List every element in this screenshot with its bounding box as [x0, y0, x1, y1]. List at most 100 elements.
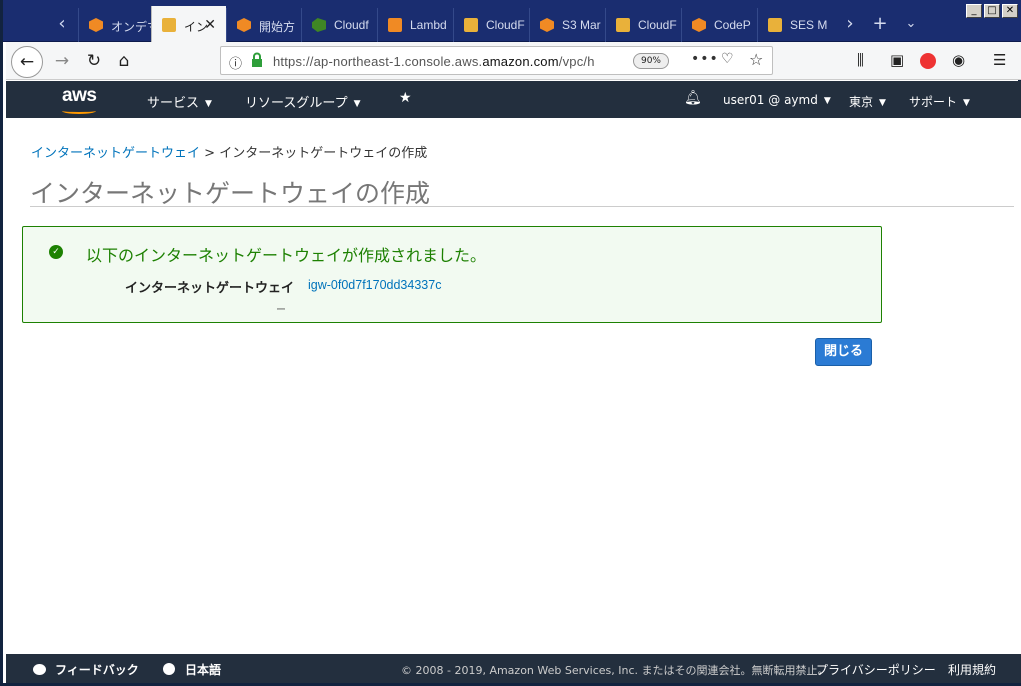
page-actions-icon[interactable]: •••: [691, 51, 719, 67]
tab-item[interactable]: 開始方: [226, 8, 301, 42]
tab-item[interactable]: S3 Mar: [529, 8, 605, 42]
extension-icon[interactable]: [920, 53, 936, 69]
zoom-indicator[interactable]: 90%: [633, 53, 669, 69]
tab-item[interactable]: Lambd: [377, 8, 453, 42]
bell-icon[interactable]: 🔔︎: [684, 90, 702, 106]
success-message: 以下のインターネットゲートウェイが作成されました。: [86, 246, 487, 265]
aws-logo-text: aws: [62, 85, 97, 106]
home-button[interactable]: ⌂: [110, 47, 138, 75]
tab-title: 開始方: [259, 20, 296, 34]
aws-cube-icon: [768, 18, 782, 32]
breadcrumb-separator: >: [204, 146, 216, 161]
chevron-down-icon: ▼: [879, 98, 886, 108]
chevron-down-icon: ▼: [353, 99, 361, 109]
tab-item-active[interactable]: イン ✕: [151, 6, 226, 43]
region-menu[interactable]: 東京 ▼: [849, 93, 886, 110]
feedback-label: フィードバック: [55, 663, 139, 677]
services-label: サービス: [147, 96, 200, 111]
aws-cube-icon: [162, 18, 176, 32]
title-divider: [30, 206, 1014, 207]
navigation-toolbar: ← → ↻ ⌂ ⓘ https://ap-northeast-1.console…: [6, 42, 1021, 80]
tab-strip: ‹ オンデマ イン ✕ 開始方 Cloudf Lambd CloudF S: [3, 0, 1021, 43]
tab-title: CodeP: [714, 18, 751, 32]
aws-cube-icon: [616, 18, 630, 32]
globe-icon: [163, 663, 175, 675]
tab-title: オンデマ: [111, 20, 151, 34]
library-icon[interactable]: ⫼: [857, 51, 864, 69]
gateway-id-link[interactable]: igw-0f0d7f170dd34337c: [308, 278, 441, 292]
services-menu[interactable]: サービス ▼: [147, 92, 212, 111]
sidebar-icon[interactable]: ▣: [890, 51, 904, 69]
chevron-down-icon: ▼: [963, 98, 970, 108]
window-controls: _ □ ✕: [966, 4, 1018, 18]
aws-logo[interactable]: aws: [62, 85, 97, 114]
tiny-mark: ー: [276, 305, 286, 316]
chevron-down-icon: ▼: [823, 96, 831, 106]
lambda-icon: [388, 18, 402, 32]
gateway-label: インターネットゲートウェイ: [125, 281, 295, 296]
tab-item[interactable]: CodeP: [681, 8, 757, 42]
url-text[interactable]: https://ap-northeast-1.console.aws.amazo…: [273, 54, 595, 69]
resource-groups-menu[interactable]: リソースグループ ▼: [245, 92, 361, 111]
tab-list-chevron-icon[interactable]: ⌄: [896, 8, 926, 42]
account-label: user01 @ aymd: [723, 93, 818, 107]
tab-item[interactable]: CloudF: [605, 8, 681, 42]
browser-window: ‹ オンデマ イン ✕ 開始方 Cloudf Lambd CloudF S: [0, 0, 1021, 686]
tab-title: Cloudf: [334, 18, 369, 32]
terms-link[interactable]: 利用規約: [948, 661, 996, 678]
privacy-policy-link[interactable]: プライバシーポリシー: [816, 661, 936, 678]
breadcrumb: インターネットゲートウェイ > インターネットゲートウェイの作成: [31, 142, 427, 161]
aws-hex-icon: [692, 18, 706, 32]
tab-title: SES M: [790, 18, 828, 32]
breadcrumb-link-internet-gateways[interactable]: インターネットゲートウェイ: [31, 146, 200, 161]
page-title: インターネットゲートウェイの作成: [30, 179, 431, 208]
tab-title: CloudF: [638, 18, 677, 32]
chevron-down-icon: ▼: [205, 99, 212, 109]
check-circle-icon: ✓: [49, 245, 63, 259]
close-window-icon[interactable]: ✕: [1002, 4, 1018, 18]
tab-item[interactable]: オンデマ: [78, 8, 151, 42]
speech-bubble-icon: [33, 664, 46, 675]
tab-item[interactable]: SES M: [757, 8, 833, 42]
aws-cube-icon: [464, 18, 478, 32]
tab-scroll-left-icon[interactable]: ‹: [47, 8, 77, 42]
pin-icon[interactable]: ★: [399, 90, 412, 106]
support-label: サポート: [909, 95, 958, 109]
main-content: インターネットゲートウェイ > インターネットゲートウェイの作成 インターネット…: [6, 118, 1021, 654]
tab-item[interactable]: CloudF: [453, 8, 529, 42]
close-tab-icon[interactable]: ✕: [204, 16, 216, 33]
hamburger-menu-icon[interactable]: ☰: [993, 51, 1006, 69]
success-alert: ✓ 以下のインターネットゲートウェイが作成されました。 インターネットゲートウェ…: [22, 226, 882, 323]
footer: フィードバック 日本語 © 2008 - 2019, Amazon Web Se…: [6, 654, 1021, 683]
tab-scroll-right-icon[interactable]: ›: [835, 8, 865, 42]
aws-hex-icon: [237, 18, 251, 32]
language-selector[interactable]: 日本語: [163, 661, 221, 678]
info-icon[interactable]: ⓘ: [229, 53, 242, 72]
aws-hex-icon: [540, 18, 554, 32]
language-label: 日本語: [185, 663, 222, 677]
feedback-link[interactable]: フィードバック: [33, 661, 139, 678]
maximize-icon[interactable]: □: [984, 4, 1000, 18]
pocket-icon[interactable]: ♡: [721, 51, 734, 67]
support-menu[interactable]: サポート ▼: [909, 93, 970, 110]
tab-title: CloudF: [486, 18, 525, 32]
account-icon[interactable]: ◉: [952, 51, 965, 69]
aws-hex-icon: [89, 18, 103, 32]
region-label: 東京: [849, 95, 874, 109]
url-bar[interactable]: ⓘ https://ap-northeast-1.console.aws.ama…: [220, 46, 773, 75]
back-button[interactable]: ←: [11, 46, 43, 78]
tab-strip-left: [6, 8, 44, 42]
forward-button[interactable]: →: [48, 47, 76, 75]
aws-header: aws サービス ▼ リソースグループ ▼ ★ 🔔︎ user01 @ aymd ▼ …: [6, 81, 1021, 118]
tab-title: S3 Mar: [562, 18, 601, 32]
minimize-icon[interactable]: _: [966, 4, 982, 18]
aws-smile-icon: [62, 108, 96, 114]
tab-item[interactable]: Cloudf: [301, 8, 377, 42]
tab-title: Lambd: [410, 18, 447, 32]
breadcrumb-current: インターネットゲートウェイの作成: [219, 146, 428, 161]
bookmark-star-icon[interactable]: ☆: [749, 50, 763, 69]
new-tab-icon[interactable]: +: [865, 8, 895, 42]
account-menu[interactable]: user01 @ aymd ▼: [723, 93, 831, 107]
reload-button[interactable]: ↻: [80, 47, 108, 75]
close-button[interactable]: 閉じる: [815, 338, 872, 366]
